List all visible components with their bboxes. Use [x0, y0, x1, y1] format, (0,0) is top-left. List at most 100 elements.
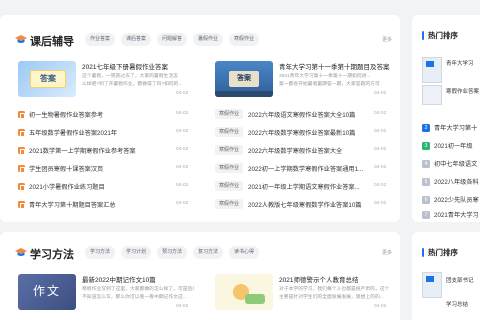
document-icon	[18, 165, 25, 173]
list-item-title: 2022六年级数学寒假作业答案大全	[248, 148, 343, 155]
featured-desc: 寒假作业写到了这里，大家都做的怎么样了，可是后来人 不知道怎么写，那么你可以看一…	[82, 287, 194, 300]
homework-card: 课后辅导 作业答案 课后答案 问题解答 暑假作业 寒假作业 更多 答案 2021…	[0, 15, 400, 222]
ranking-item[interactable]: 7 2021青年大学习	[422, 210, 480, 220]
list-item-title: 2022六年级数学寒假作业答案最新10篇	[248, 130, 356, 137]
list-item-date: 04-02	[374, 165, 387, 170]
ranking-item-title: 2021初一年级	[434, 143, 473, 150]
graduation-cap-icon	[15, 35, 27, 43]
list-item[interactable]: 五年级数学暑假作业答案2021年 04-02	[18, 128, 193, 138]
accent-bar	[422, 31, 424, 40]
ranking-item-title: 初中七年级语文	[434, 161, 478, 168]
featured-desc: 这个暑假，一晃就过去了，大家的暑假生活怎 么样呢?到了开暑假作业，都做得了吗?如…	[82, 74, 183, 87]
cover-image	[422, 272, 442, 298]
list-item-title: 2022初一上学期数学寒假作业答案通用1...	[248, 166, 364, 173]
panel-header: 热门排序	[412, 246, 480, 260]
tag-study-methods[interactable]: 学习方法	[85, 246, 116, 259]
list-item[interactable]: 初一生物暑假作业答案参考 04-02	[18, 110, 193, 120]
list-item-title: 2021数学第一上学期寒假作业参考答案	[29, 148, 136, 155]
category-tag[interactable]: 寒假作业	[215, 109, 244, 119]
list-item-date: 04-02	[176, 183, 189, 188]
tag-homework-answers[interactable]: 作业答案	[85, 33, 116, 46]
tag-question-answers[interactable]: 问题解答	[157, 33, 188, 46]
category-tag[interactable]: 寒假作业	[215, 181, 244, 191]
tag-reading-notes[interactable]: 读书心得	[229, 246, 260, 259]
category-tag[interactable]: 寒假作业	[215, 145, 244, 155]
answer-card-graphic: 答案	[229, 71, 259, 87]
cover-title: 寒假作业答案	[446, 89, 480, 95]
list-item[interactable]: 青年大学习第十期题目答案汇总 04-02	[18, 200, 193, 210]
list-item-date: 04-02	[176, 201, 189, 206]
category-tag[interactable]: 寒假作业	[215, 199, 244, 209]
cartoon-graphic	[245, 294, 265, 304]
tag-study-plan[interactable]: 学习计划	[121, 246, 152, 259]
list-item[interactable]: 寒假作业 2022人教版七年级寒假数学作业答案10篇 04-02	[215, 199, 391, 210]
accent-bar	[422, 248, 424, 257]
featured-date: 04-02	[374, 304, 387, 309]
list-item-date: 04-02	[374, 183, 387, 188]
ranking-item-title: 2022八年级各科	[434, 179, 479, 186]
list-item-date: 04-02	[176, 129, 189, 134]
ranking-item[interactable]: 5 2022八年级各科	[422, 177, 480, 187]
featured-title[interactable]: 2021师德警示个人教育总结	[279, 274, 358, 284]
featured-thumbnail[interactable]: 答案	[215, 61, 273, 97]
category-tag[interactable]: 寒假作业	[215, 127, 244, 137]
more-link[interactable]: 更多	[382, 249, 392, 256]
list-item[interactable]: 2021小学暑假作业练习题目 04-02	[18, 182, 193, 192]
tag-preview-methods[interactable]: 预习方法	[157, 246, 188, 259]
list-item[interactable]: 2021数学第一上学期寒假作业参考答案 04-02	[18, 146, 193, 156]
homework-header: 课后辅导 作业答案 课后答案 问题解答 暑假作业 寒假作业 更多	[0, 31, 400, 55]
ranking-cover[interactable]: 团支部书记 学习总结	[422, 272, 480, 312]
featured-thumbnail[interactable]	[215, 274, 273, 310]
ranking-item[interactable]: 2 青年大学习第十	[422, 123, 480, 133]
featured-thumbnail[interactable]: 答案	[18, 61, 76, 97]
featured-title[interactable]: 2021七年级下册暑假作业答案	[82, 61, 168, 71]
list-item[interactable]: 寒假作业 2022初一上学期数学寒假作业答案通用1... 04-02	[215, 163, 391, 174]
rank-badge: 6	[422, 195, 430, 204]
tag-summer-homework[interactable]: 暑假作业	[193, 33, 224, 46]
section-title: 课后辅导	[30, 36, 74, 48]
list-item[interactable]: 学生团员寒假十课答案汉页 04-02	[18, 164, 193, 174]
ranking-item[interactable]: 4 初中七年级语文	[422, 159, 480, 169]
list-item[interactable]: 寒假作业 2021初一年级上学期语文寒假作业答案... 04-02	[215, 181, 391, 192]
list-item-date: 04-02	[374, 147, 387, 152]
ranking-item[interactable]: 3 2021初一年级	[422, 141, 480, 151]
cover-image	[422, 57, 442, 83]
featured-title[interactable]: 青年大学习第十一季第十期题目及答案	[279, 61, 390, 71]
more-link[interactable]: 更多	[382, 36, 392, 43]
featured-desc: 对于本学的学习，我们每个人也都是很严肃的，这个 主要是针对学生们的全面发展发展，…	[279, 287, 389, 300]
list-item[interactable]: 寒假作业 2022六年级数学寒假作业答案最新10篇 04-02	[215, 127, 391, 138]
featured-date: 04-02	[374, 91, 387, 96]
ranking-item-title: 青年大学习第十	[434, 125, 478, 132]
document-icon	[18, 111, 25, 119]
ranking-item-title: 2021青年大学习	[434, 212, 479, 219]
list-item-title: 2021小学暑假作业练习题目	[29, 184, 105, 191]
ranking-item-title: 2022少先队员寒	[434, 197, 479, 204]
study-methods-card: 学习方法 学习方法 学习计划 预习方法 复习方法 读书心得 更多 作文 最新20…	[0, 232, 400, 320]
list-item-date: 04-02	[176, 147, 189, 152]
rank-badge: 4	[422, 159, 430, 168]
list-item[interactable]: 寒假作业 2022六年级语文寒假作业答案大全10篇 04-02	[215, 109, 391, 120]
essay-thumbnail-text: 作文	[32, 284, 61, 298]
rank-badge: 7	[422, 210, 430, 219]
ranking-cover[interactable]: 青年大学习 寒假作业答案	[422, 57, 480, 105]
featured-date: 04-02	[176, 91, 189, 96]
tag-winter-homework[interactable]: 寒假作业	[229, 33, 260, 46]
thumbnail-decoration	[215, 91, 273, 97]
ranking-item[interactable]: 6 2022少先队员寒	[422, 195, 480, 205]
panel-title: 热门排序	[428, 31, 458, 40]
tag-textbook-answers[interactable]: 课后答案	[121, 33, 152, 46]
graduation-cap-icon	[15, 248, 27, 256]
section-title: 学习方法	[30, 249, 74, 261]
featured-title[interactable]: 最新2022中期记作文10篇	[82, 274, 156, 284]
study-header: 学习方法 学习方法 学习计划 预习方法 复习方法 读书心得 更多	[0, 244, 400, 268]
category-tag[interactable]: 寒假作业	[215, 163, 244, 173]
document-icon	[18, 183, 25, 191]
list-item-title: 青年大学习第十期题目答案汇总	[29, 202, 116, 209]
list-item[interactable]: 寒假作业 2022六年级数学寒假作业答案大全 04-02	[215, 145, 391, 156]
list-item-date: 04-02	[374, 111, 387, 116]
tag-review-methods[interactable]: 复习方法	[193, 246, 224, 259]
featured-thumbnail[interactable]: 作文	[18, 274, 76, 310]
document-icon	[18, 201, 25, 209]
list-item-title: 初一生物暑假作业答案参考	[29, 112, 104, 119]
hot-ranking-panel: 热门排序 团支部书记 学习总结	[412, 232, 480, 320]
